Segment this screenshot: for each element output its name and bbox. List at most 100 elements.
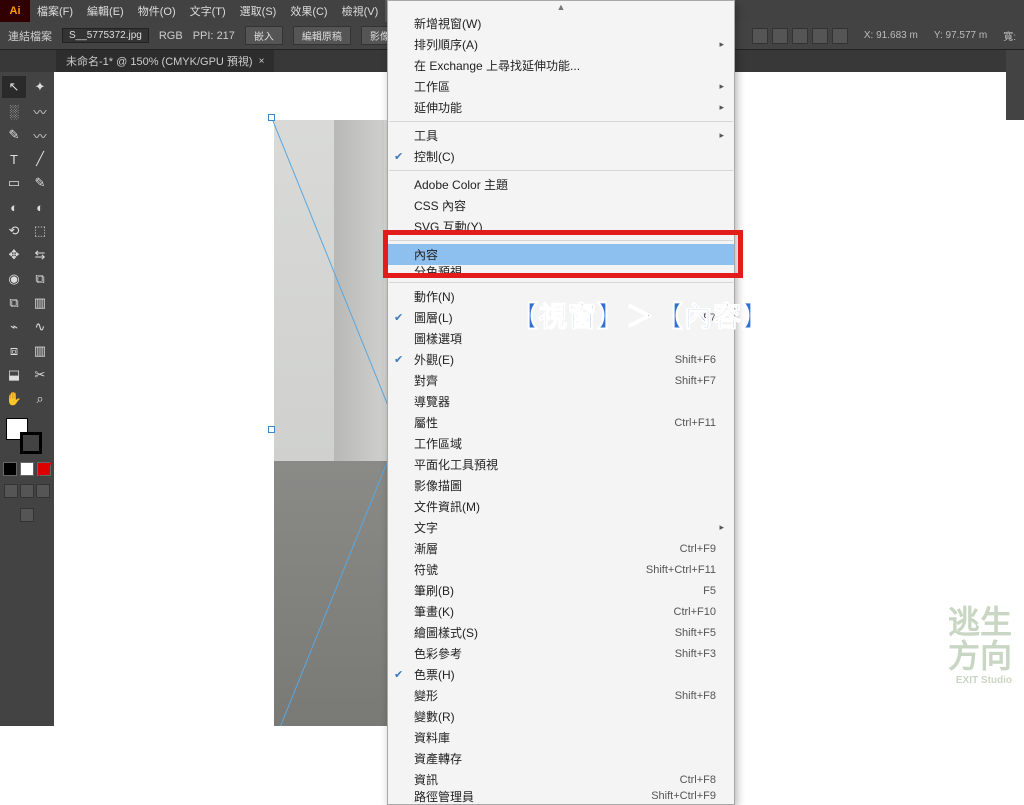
draw-normal-icon[interactable] [4,484,18,498]
line-tool[interactable]: ╱ [28,148,52,170]
app-logo: Ai [0,0,30,22]
selection-tool[interactable]: ↖ [2,76,26,98]
color-mode-icon[interactable] [3,462,17,476]
menu-item[interactable]: ✔外觀(E)Shift+F6 [388,349,734,370]
menu-item[interactable]: 工作區域 [388,433,734,454]
draw-behind-icon[interactable] [20,484,34,498]
menu-item[interactable]: 對齊Shift+F7 [388,370,734,391]
shape-builder-tool[interactable]: ◉ [2,268,26,290]
menu-item-label: 對齊 [414,372,438,389]
menu-select[interactable]: 選取(S) [233,0,284,22]
menu-file[interactable]: 檔案(F) [30,0,80,22]
menu-item[interactable]: 資產轉存 [388,748,734,769]
fill-stroke-swatches[interactable] [2,418,52,458]
menu-item[interactable]: 繪圖樣式(S)Shift+F5 [388,622,734,643]
menu-item[interactable]: 文件資訊(M) [388,496,734,517]
menu-item[interactable]: ✔圖層(L)F7 [388,307,734,328]
menu-item[interactable]: 色彩參考Shift+F3 [388,643,734,664]
close-icon[interactable]: × [259,56,265,67]
menu-item[interactable]: 內容 [388,244,734,265]
pen-tool[interactable]: ✎ [2,124,26,146]
menu-effect[interactable]: 效果(C) [283,0,334,22]
menu-item[interactable]: 路徑管理員Shift+Ctrl+F9 [388,788,734,804]
align-icons[interactable] [752,28,848,44]
menu-item[interactable]: 分色預視 [388,263,734,279]
menu-item[interactable]: 變形Shift+F8 [388,685,734,706]
gradient-mode-icon[interactable] [20,462,34,476]
slice-tool[interactable]: ✂ [28,364,52,386]
type-tool[interactable]: T [2,148,26,170]
width-tool[interactable]: ✥ [2,244,26,266]
blend-tool[interactable]: ∿ [28,316,52,338]
menu-item[interactable]: ✔控制(C) [388,146,734,167]
paintbrush-tool[interactable]: ✎ [28,172,52,194]
shaper-tool[interactable]: ◐ [2,196,26,218]
menu-shortcut: Ctrl+F11 [674,417,716,429]
menu-object[interactable]: 物件(O) [131,0,183,22]
direct-selection-tool[interactable]: ✦ [28,76,52,98]
menu-item[interactable]: CSS 內容 [388,195,734,216]
perspective-tool[interactable]: ⧉ [28,268,52,290]
menu-item[interactable]: 在 Exchange 上尋找延伸功能... [388,55,734,76]
align-icon[interactable] [772,28,788,44]
graph-tool[interactable]: ▥ [28,340,52,362]
mesh-tool[interactable]: ⧉ [2,292,26,314]
menu-item[interactable]: 延伸功能 [388,97,734,118]
menu-item[interactable]: 文字 [388,517,734,538]
menu-type[interactable]: 文字(T) [183,0,233,22]
menu-item[interactable]: Adobe Color 主題 [388,174,734,195]
menu-item[interactable]: 導覽器 [388,391,734,412]
rectangle-tool[interactable]: ▭ [2,172,26,194]
menu-item[interactable]: 變數(R) [388,706,734,727]
menu-item[interactable]: 影像描圖 [388,475,734,496]
none-mode-icon[interactable] [37,462,51,476]
stroke-swatch[interactable] [20,432,42,454]
linked-filename[interactable]: S__5775372.jpg [62,28,149,43]
zoom-tool[interactable]: ⌕ [28,388,52,410]
menu-item[interactable]: 資訊Ctrl+F8 [388,769,734,790]
menu-item[interactable]: 新增視窗(W) [388,13,734,34]
menu-item[interactable]: 筆刷(B)F5 [388,580,734,601]
menu-item[interactable]: 資料庫 [388,727,734,748]
free-transform-tool[interactable]: ⇆ [28,244,52,266]
magic-wand-tool[interactable]: ░ [2,100,26,122]
eyedropper-tool[interactable]: ⌁ [2,316,26,338]
transform-icon[interactable] [832,28,848,44]
menu-item[interactable]: 圖樣選項 [388,328,734,349]
menu-item[interactable]: 平面化工具預視 [388,454,734,475]
scroll-up-icon[interactable]: ▲ [388,1,734,13]
gradient-tool[interactable]: ▥ [28,292,52,314]
embed-button[interactable]: 嵌入 [245,26,283,45]
artboard-tool[interactable]: ⬓ [2,364,26,386]
menu-view[interactable]: 檢視(V) [335,0,386,22]
menu-item[interactable]: SVG 互動(Y) [388,216,734,237]
rotate-tool[interactable]: ⟲ [2,220,26,242]
document-tab[interactable]: 未命名-1* @ 150% (CMYK/GPU 預視) × [56,50,274,72]
menu-item[interactable]: 漸層Ctrl+F9 [388,538,734,559]
scale-tool[interactable]: ⬚ [28,220,52,242]
draw-inside-icon[interactable] [36,484,50,498]
screen-mode-icon[interactable] [20,508,34,522]
curvature-tool[interactable]: 〰 [28,124,52,146]
selection-handle[interactable] [268,426,275,433]
align-icon[interactable] [812,28,828,44]
menu-item[interactable]: 符號Shift+Ctrl+F11 [388,559,734,580]
menu-item[interactable]: 屬性Ctrl+F11 [388,412,734,433]
selection-handle[interactable] [268,114,275,121]
menu-item[interactable]: 工具 [388,125,734,146]
menu-item[interactable]: ✔色票(H) [388,664,734,685]
align-icon[interactable] [752,28,768,44]
menu-item[interactable]: 動作(N) [388,286,734,307]
hand-tool[interactable]: ✋ [2,388,26,410]
menu-item[interactable]: 工作區 [388,76,734,97]
menu-item[interactable]: 筆畫(K)Ctrl+F10 [388,601,734,622]
lasso-tool[interactable]: 〰 [28,100,52,122]
menu-edit[interactable]: 編輯(E) [80,0,131,22]
check-icon: ✔ [394,311,403,324]
eraser-tool[interactable]: ◐ [28,196,52,218]
menu-item[interactable]: 排列順序(A) [388,34,734,55]
right-panel-dock[interactable] [1006,50,1024,120]
symbol-tool[interactable]: ⧈ [2,340,26,362]
align-icon[interactable] [792,28,808,44]
edit-original-button[interactable]: 編輯原稿 [293,26,351,45]
